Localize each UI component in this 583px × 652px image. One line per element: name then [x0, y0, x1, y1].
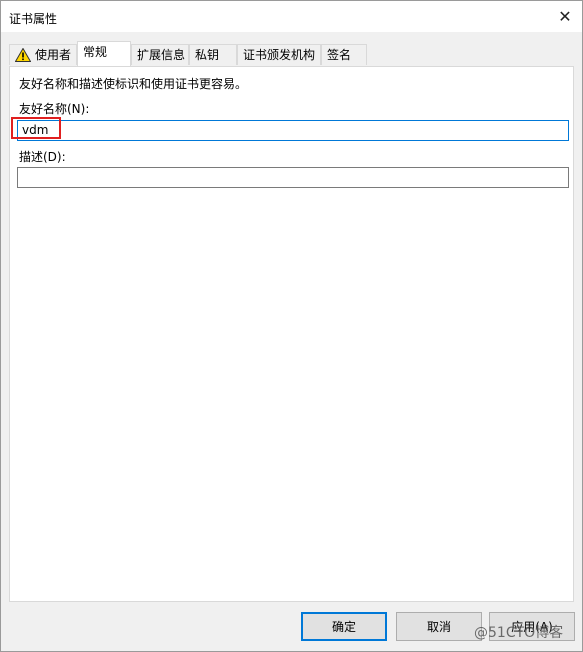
- certificate-properties-dialog: 证书属性 ✕ 使用者 常规 扩展信息 私钥 证书颁发机构 签名 友好名称和描述使…: [0, 0, 583, 652]
- tab-private-key-label: 私钥: [195, 48, 220, 62]
- description-input[interactable]: [17, 167, 569, 188]
- friendly-name-label: 友好名称(N):: [19, 102, 90, 116]
- tab-subject-label: 使用者: [35, 48, 72, 62]
- window-title: 证书属性: [9, 12, 58, 26]
- title-bar: 证书属性 ✕: [1, 1, 582, 32]
- tab-private-key[interactable]: 私钥: [189, 44, 237, 65]
- general-tab-panel: 友好名称和描述使标识和使用证书更容易。 友好名称(N): vdm 描述(D):: [9, 66, 574, 602]
- general-description-text: 友好名称和描述使标识和使用证书更容易。: [19, 77, 248, 91]
- close-button[interactable]: ✕: [548, 1, 582, 32]
- tab-subject[interactable]: 使用者: [9, 44, 77, 65]
- watermark-text: @51CTO博客: [474, 625, 564, 641]
- friendly-name-input[interactable]: vdm: [17, 120, 569, 141]
- warning-icon: [15, 48, 31, 62]
- friendly-name-value: vdm: [22, 123, 49, 137]
- tab-general-label: 常规: [83, 45, 108, 59]
- cancel-button[interactable]: 取消: [396, 612, 482, 641]
- close-icon: ✕: [558, 7, 572, 26]
- ok-button-label: 确定: [331, 620, 356, 634]
- ok-button[interactable]: 确定: [301, 612, 387, 641]
- description-label: 描述(D):: [19, 150, 66, 164]
- cancel-button-label: 取消: [426, 620, 451, 634]
- tab-certification-authority-label: 证书颁发机构: [243, 48, 316, 62]
- tab-general[interactable]: 常规: [77, 41, 131, 66]
- tab-extended-info-label: 扩展信息: [137, 48, 186, 62]
- tab-certification-authority[interactable]: 证书颁发机构: [237, 44, 321, 65]
- tab-signature-label: 签名: [327, 48, 352, 62]
- tab-extended-info[interactable]: 扩展信息: [131, 44, 189, 65]
- tab-signature[interactable]: 签名: [321, 44, 367, 65]
